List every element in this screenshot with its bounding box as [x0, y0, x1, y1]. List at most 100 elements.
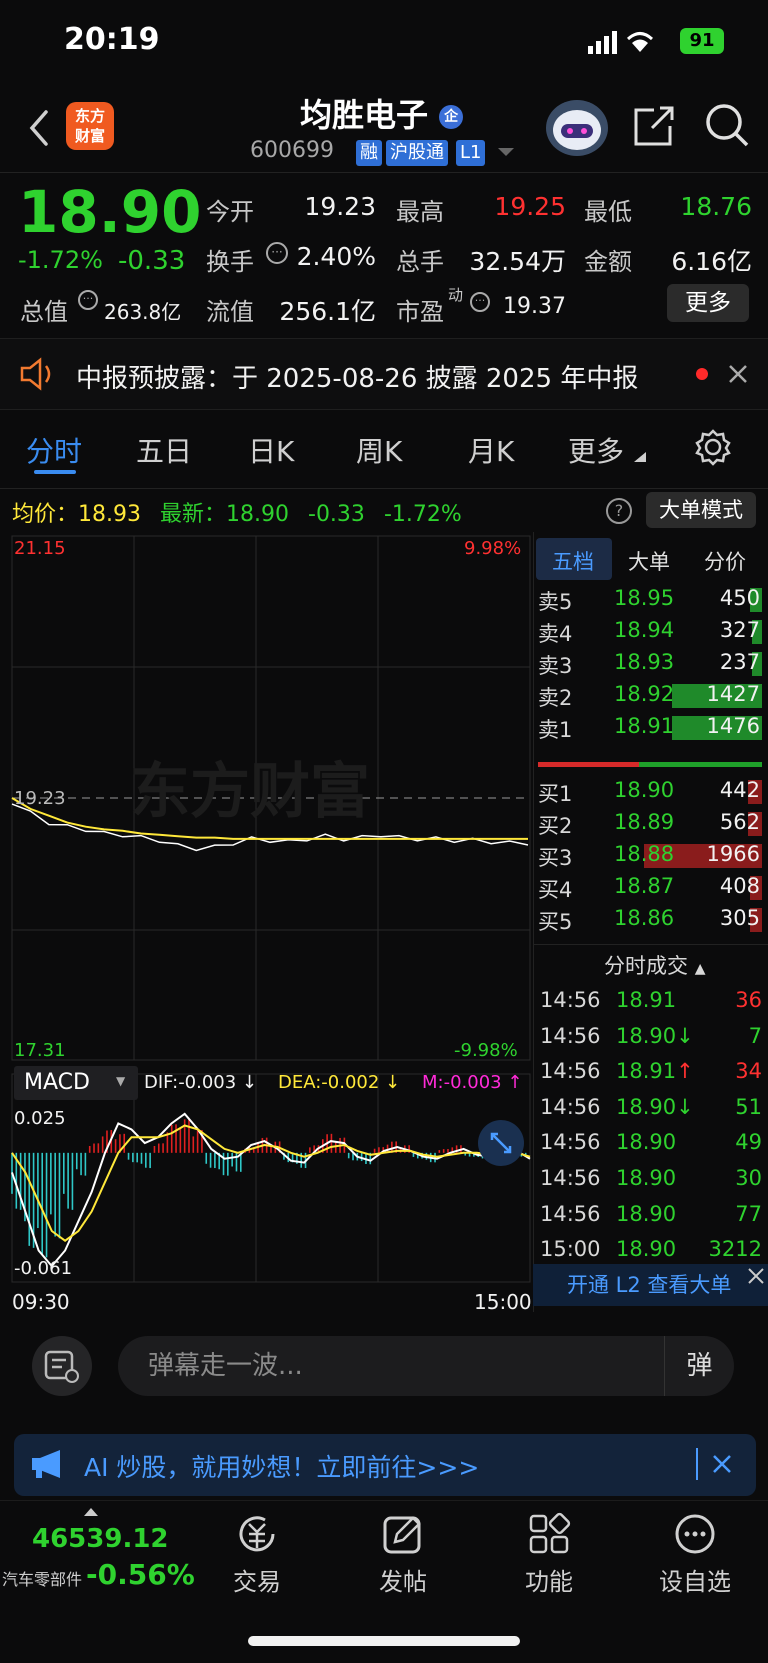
- ask-row[interactable]: 卖5 18.95 450: [536, 582, 764, 616]
- tag-hk-connect: 沪股通: [386, 140, 448, 166]
- info-dots-icon[interactable]: ···: [470, 292, 490, 312]
- notice-dot: [696, 368, 708, 380]
- search-icon[interactable]: [704, 102, 750, 148]
- gear-icon[interactable]: [694, 428, 732, 466]
- float-value: 256.1亿: [279, 297, 376, 326]
- more-circle-icon: [675, 1514, 715, 1554]
- sector-index-change: -0.56%: [86, 1558, 195, 1591]
- bid-label: 买1: [538, 782, 573, 806]
- ask-row[interactable]: 卖1 18.91 1476: [536, 710, 764, 744]
- nav-trade[interactable]: 交易: [202, 1512, 312, 1597]
- x-end-label: 15:00: [474, 1290, 532, 1314]
- robot-avatar-icon[interactable]: [546, 100, 608, 156]
- ask-row[interactable]: 卖3 18.93 237: [536, 646, 764, 680]
- latest-value: 18.90: [226, 502, 289, 527]
- trade-row: 14:56 18.90↓ 7: [540, 1020, 764, 1054]
- ob-tab-five-levels[interactable]: 五档: [552, 546, 594, 576]
- tab-day-k[interactable]: 日K: [248, 430, 294, 470]
- nav-functions-label: 功能: [525, 1568, 573, 1596]
- megaphone-icon: [32, 1450, 60, 1478]
- stock-code: 600699: [250, 138, 334, 163]
- trade-row: 14:56 18.90 49: [540, 1126, 764, 1160]
- trade-price: 18.90: [616, 1130, 677, 1155]
- tab-underline: [34, 470, 76, 474]
- macd-dif-line: [11, 1112, 531, 1268]
- ask-row[interactable]: 卖2 18.92 1427: [536, 678, 764, 712]
- speaker-icon: [20, 357, 51, 391]
- bid-label: 买3: [538, 846, 573, 870]
- big-order-mode-button[interactable]: 大单模式: [646, 492, 756, 528]
- bullet-input[interactable]: 弹幕走一波...: [118, 1336, 734, 1396]
- tab-intraday[interactable]: 分时: [26, 430, 82, 470]
- amount-value: 6.16亿: [671, 247, 752, 276]
- ob-tab-price-dist[interactable]: 分价: [704, 546, 746, 576]
- bid-row[interactable]: 买3 18.88 1966: [536, 838, 764, 872]
- ask-vol: 237: [719, 650, 760, 674]
- tab-more[interactable]: 更多: [568, 430, 624, 470]
- stock-name-text: 均胜电子: [300, 96, 429, 134]
- info-dots-icon[interactable]: ···: [266, 242, 288, 264]
- bid-price: 18.89: [614, 810, 675, 834]
- chevron-up-icon[interactable]: [84, 1506, 98, 1516]
- low-label: 最低: [584, 198, 632, 226]
- bid-row[interactable]: 买4 18.87 408: [536, 870, 764, 904]
- trade-row: 14:56 18.91 36: [540, 984, 764, 1018]
- nav-functions[interactable]: 功能: [494, 1512, 604, 1597]
- ref-price-label: 19.23: [14, 788, 66, 809]
- bid-vol: 1966: [706, 842, 760, 866]
- nav-add-watchlist[interactable]: 设自选: [640, 1512, 750, 1597]
- more-button[interactable]: 更多: [667, 284, 749, 322]
- sector-index-value[interactable]: 46539.12: [32, 1524, 169, 1554]
- trades-title[interactable]: 分时成交 ▲: [604, 950, 705, 980]
- turnover-value: 2.40%: [296, 242, 376, 271]
- float-label: 流值: [206, 298, 254, 326]
- trade-row: 14:56 18.90↓ 51: [540, 1091, 764, 1125]
- trade-price: 18.90: [616, 1201, 677, 1226]
- intraday-chart[interactable]: 东方财富: [0, 532, 533, 1314]
- y-low-pct-label: -9.98%: [454, 1040, 518, 1061]
- help-icon[interactable]: ?: [606, 498, 632, 524]
- bid-row[interactable]: 买2 18.89 562: [536, 806, 764, 840]
- nav-post[interactable]: 发帖: [348, 1512, 458, 1597]
- ask-label: 卖4: [538, 622, 573, 646]
- close-icon[interactable]: [746, 1266, 766, 1286]
- ask-price: 18.93: [614, 650, 675, 674]
- close-icon[interactable]: [728, 364, 748, 384]
- ask-label: 卖2: [538, 686, 573, 710]
- close-icon[interactable]: [712, 1454, 732, 1474]
- bullet-send-button[interactable]: 弹: [664, 1336, 734, 1396]
- stock-name[interactable]: 均胜电子 企: [300, 90, 464, 136]
- tab-week-k[interactable]: 周K: [356, 430, 402, 470]
- pe-value: 19.37: [503, 294, 566, 319]
- back-icon[interactable]: [26, 110, 52, 146]
- share-icon[interactable]: [632, 104, 676, 148]
- tab-month-k[interactable]: 月K: [468, 430, 514, 470]
- macd-selector[interactable]: MACD ▼: [14, 1066, 138, 1100]
- volume-value: 32.54万: [469, 247, 566, 276]
- bid-price: 18.90: [614, 778, 675, 802]
- latest-change-pct: -1.72%: [383, 502, 462, 527]
- info-dots-icon[interactable]: ···: [78, 290, 98, 310]
- bullet-list-icon[interactable]: [32, 1336, 92, 1396]
- expand-chart-icon[interactable]: [478, 1120, 524, 1166]
- y-high-pct-label: 9.98%: [464, 538, 522, 559]
- bid-label: 买4: [538, 878, 573, 902]
- high-label: 最高: [396, 198, 444, 226]
- dropdown-icon[interactable]: [498, 148, 514, 158]
- trade-price: 18.91: [616, 988, 677, 1012]
- trade-row: 14:56 18.90 77: [540, 1198, 764, 1232]
- tag-level[interactable]: L1: [456, 140, 486, 166]
- bid-row[interactable]: 买1 18.90 442: [536, 774, 764, 808]
- status-time: 20:19: [64, 22, 160, 57]
- l2-upgrade-banner[interactable]: 开通 L2 查看大单: [533, 1264, 768, 1306]
- signal-wifi-icon: [588, 31, 654, 54]
- trade-price: 18.91↑: [616, 1059, 694, 1084]
- bid-row[interactable]: 买5 18.86 305: [536, 902, 764, 936]
- trade-time: 15:00: [540, 1237, 601, 1262]
- tab-five-day[interactable]: 五日: [136, 430, 192, 470]
- macd-top-label: 0.025: [14, 1108, 66, 1129]
- macd-bottom-label: -0.061: [14, 1258, 73, 1279]
- ask-row[interactable]: 卖4 18.94 327: [536, 614, 764, 648]
- y-high-label: 21.15: [14, 538, 66, 559]
- ob-tab-big-orders[interactable]: 大单: [628, 546, 670, 576]
